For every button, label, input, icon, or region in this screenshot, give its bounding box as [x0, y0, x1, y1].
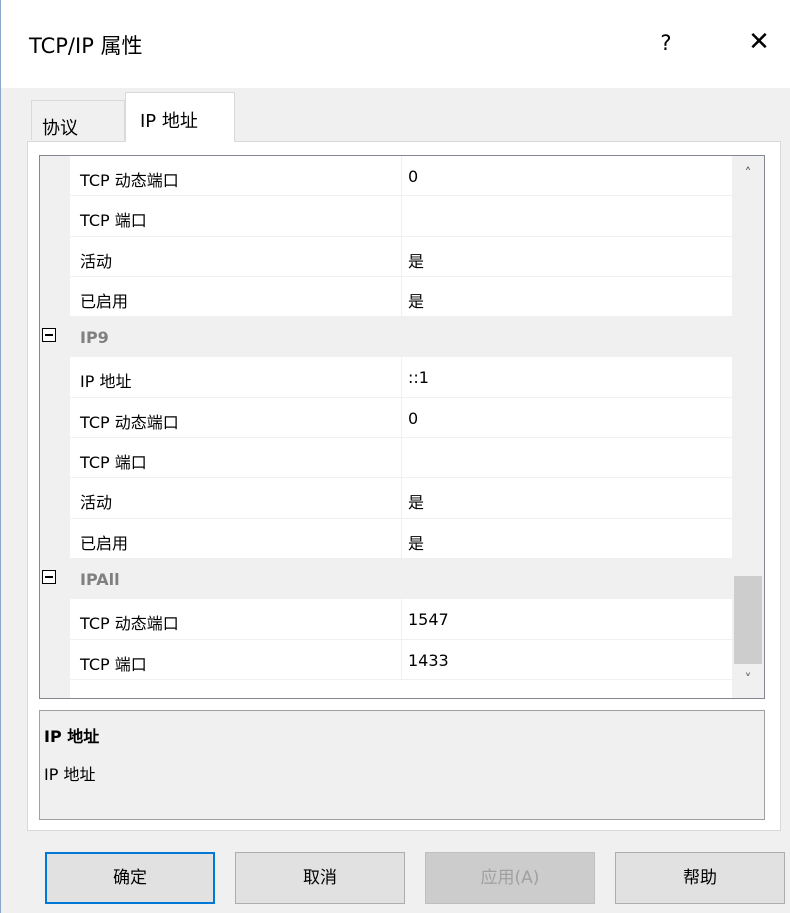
vertical-scrollbar[interactable]: ˄ ˅	[732, 156, 764, 698]
grid-property-row[interactable]: TCP 端口	[40, 196, 732, 237]
property-name: IP 地址	[80, 372, 132, 392]
property-value[interactable]: 是	[408, 489, 424, 513]
chevron-up-icon[interactable]: ˄	[732, 156, 764, 192]
property-name: TCP 端口	[80, 453, 147, 473]
grid-category-row[interactable]: IP9	[40, 317, 732, 358]
grid-property-row[interactable]: IP 地址::1	[40, 357, 732, 398]
property-name: 活动	[80, 251, 113, 271]
property-name: TCP 端口	[80, 211, 147, 231]
grid-property-row[interactable]: 活动 是	[40, 236, 732, 277]
title-bar: TCP/IP 属性 ? ✕	[1, 0, 790, 88]
grid-property-row[interactable]: TCP 端口 1433	[40, 639, 732, 680]
grid-property-row[interactable]: TCP 动态端口 1547	[40, 599, 732, 640]
property-name: TCP 端口	[80, 654, 147, 674]
help-button[interactable]: 帮助	[615, 852, 785, 904]
grid-rows: TCP 动态端口 0 TCP 端口 活动是已启用是 IP9 IP 地址::1 TCP 动态端…	[40, 156, 732, 680]
property-value[interactable]: 是	[408, 530, 424, 554]
collapse-icon[interactable]	[42, 569, 56, 584]
property-value[interactable]: 1433	[408, 651, 449, 670]
grid-category-label: IP9	[80, 328, 109, 348]
tab-ip-address[interactable]: IP 地址	[125, 92, 235, 142]
help-icon[interactable]: ?	[651, 26, 681, 60]
grid-property-row[interactable]: 已启用 是	[40, 518, 732, 559]
grid-property-row[interactable]: TCP 动态端口 0	[40, 397, 732, 439]
description-text: IP 地址	[44, 765, 96, 784]
grid-property-row[interactable]: TCP 端口	[40, 438, 732, 479]
property-name: TCP 动态端口	[80, 171, 179, 190]
ok-button[interactable]: 确定	[45, 852, 215, 904]
grid-property-row[interactable]: TCP 动态端口 0	[40, 156, 732, 197]
grid-category-label: IPAll	[80, 569, 120, 589]
grid-property-row[interactable]: 已启用 是	[40, 276, 732, 318]
column-divider	[401, 397, 402, 438]
chevron-down-icon[interactable]: ˅	[732, 662, 764, 698]
property-grid: TCP 动态端口 0 TCP 端口 活动是已启用是 IP9 IP 地址::1 TCP 动态端…	[39, 155, 765, 699]
column-divider	[401, 357, 402, 397]
property-name: 活动	[80, 493, 113, 513]
tab-protocol[interactable]: 协议	[31, 100, 125, 140]
property-value[interactable]: 是	[408, 288, 424, 312]
grid-property-row[interactable]: 活动 是	[40, 478, 732, 519]
column-divider	[401, 236, 402, 276]
column-divider	[401, 156, 402, 196]
property-name: 已启用	[80, 533, 129, 553]
window-title: TCP/IP 属性	[29, 34, 143, 58]
cancel-button[interactable]: 取消	[235, 852, 405, 904]
close-icon[interactable]: ✕	[739, 22, 779, 62]
column-divider	[401, 639, 402, 679]
column-divider	[401, 518, 402, 558]
property-value[interactable]: 1547	[408, 610, 449, 629]
column-divider	[401, 196, 402, 236]
description-panel: IP 地址 IP 地址	[39, 710, 765, 820]
property-name: TCP 动态端口	[80, 614, 179, 634]
column-divider	[401, 438, 402, 478]
description-title: IP 地址	[44, 727, 100, 746]
property-value[interactable]: 0	[408, 409, 418, 428]
collapse-icon[interactable]	[42, 328, 56, 343]
property-value[interactable]: 是	[408, 248, 424, 272]
column-divider	[401, 276, 402, 317]
column-divider	[401, 599, 402, 639]
property-name: 已启用	[80, 291, 129, 311]
grid-category-row[interactable]: IPAll	[40, 558, 732, 600]
property-name: TCP 动态端口	[80, 412, 179, 432]
column-divider	[401, 478, 402, 518]
property-value[interactable]: ::1	[408, 368, 429, 387]
apply-button[interactable]: 应用(A)	[425, 852, 595, 904]
property-value[interactable]: 0	[408, 167, 418, 186]
scroll-thumb[interactable]	[734, 576, 762, 664]
tcpip-properties-dialog: TCP/IP 属性 ? ✕ 协议 IP 地址 TCP 动态端口 0 TCP 端口 活动…	[0, 0, 790, 913]
